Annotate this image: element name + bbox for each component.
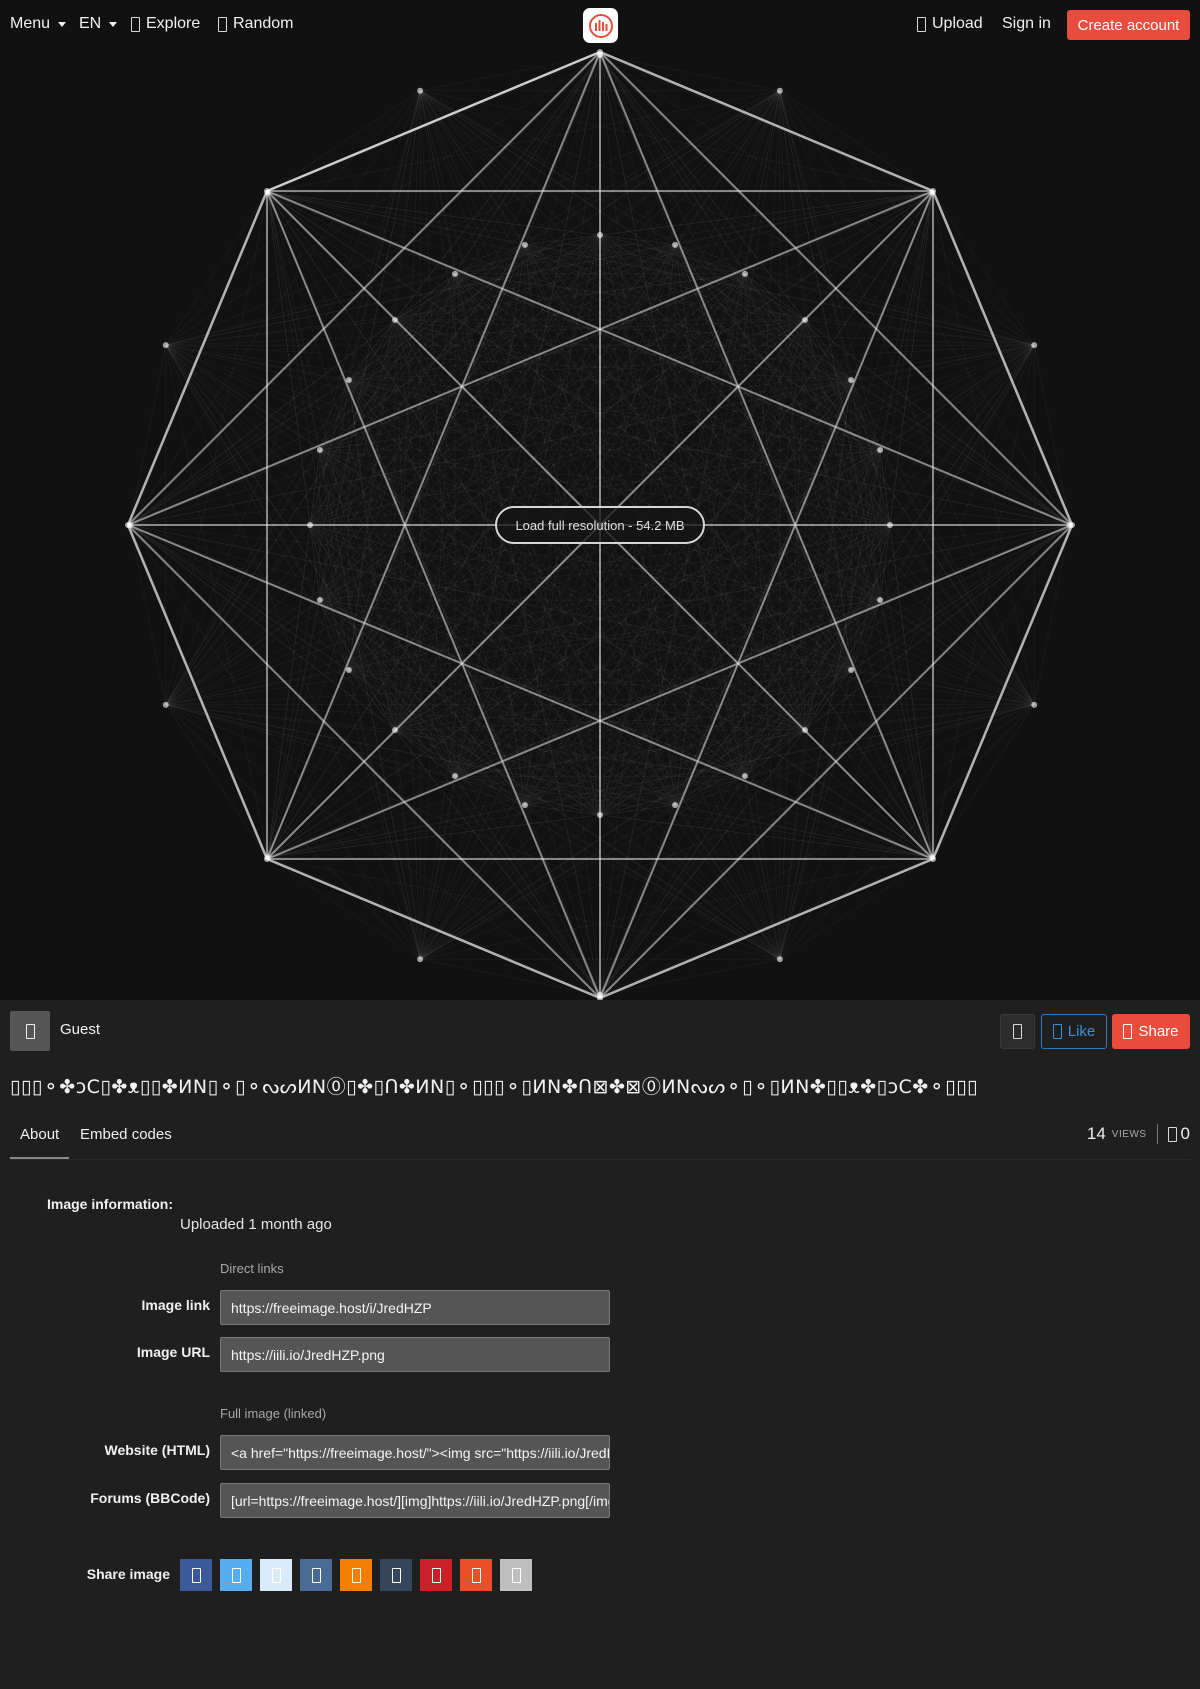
- views-count: 14: [1086, 1124, 1106, 1143]
- like-button[interactable]: Like: [1041, 1014, 1107, 1049]
- stats-divider: [1156, 1124, 1158, 1144]
- image-artwork: [125, 49, 1075, 1000]
- menu-dropdown[interactable]: Menu: [10, 15, 67, 33]
- reddit-icon: [471, 1567, 481, 1583]
- facebook-icon: [191, 1567, 201, 1583]
- user-icon: [25, 1023, 35, 1039]
- pinterest-icon: [431, 1567, 441, 1583]
- language-label: EN: [79, 15, 102, 32]
- image-information-label: Image information:: [47, 1196, 174, 1212]
- image-title: ▯▯▯⚬✤ↄC▯✤ᴥ▯▯✤ИN▯⚬▯⚬ᔓᔕИN⓪▯✤▯ᑎ✤ИN▯⚬▯▯▯⚬▯ИN…: [10, 1076, 978, 1098]
- random-label: Random: [233, 15, 294, 32]
- site-logo[interactable]: [583, 8, 618, 43]
- likes-count: 0: [1180, 1124, 1190, 1143]
- active-tab-indicator: [10, 1157, 69, 1159]
- heart-icon: [1167, 1126, 1177, 1142]
- blogger-share-button[interactable]: [340, 1559, 372, 1591]
- logo-icon: [588, 13, 613, 38]
- top-navigation-bar: Menu EN Explore Random Upload Sign in Cr…: [0, 0, 1200, 52]
- chevron-down-icon: [58, 21, 67, 27]
- like-label: Like: [1067, 1023, 1096, 1040]
- image-url-label: Image URL: [136, 1344, 210, 1360]
- explore-link[interactable]: Explore: [131, 15, 200, 33]
- direct-links-label: Direct links: [220, 1261, 284, 1276]
- twitter-icon: [231, 1567, 241, 1583]
- owner-name[interactable]: Guest: [60, 1021, 100, 1038]
- image-viewer[interactable]: Load full resolution - 54.2 MB: [0, 0, 1200, 1000]
- forums-bbcode-field[interactable]: [url=https://freeimage.host/][img]https:…: [220, 1483, 610, 1518]
- upload-icon: [917, 16, 926, 32]
- pinterest-share-button[interactable]: [420, 1559, 452, 1591]
- share-button[interactable]: Share: [1112, 1014, 1190, 1049]
- uploaded-time: Uploaded 1 month ago: [180, 1216, 332, 1233]
- tumblr-icon: [391, 1567, 401, 1583]
- full-image-linked-label: Full image (linked): [220, 1406, 327, 1421]
- twitter-share-button[interactable]: [220, 1559, 252, 1591]
- website-html-field[interactable]: <a href="https://freeimage.host/"><img s…: [220, 1435, 610, 1470]
- image-stats: 14 VIEWS 0: [1087, 1124, 1190, 1144]
- tab-divider: [10, 1159, 1190, 1160]
- image-link-field[interactable]: https://freeimage.host/i/JredHZP: [220, 1290, 610, 1325]
- tab-embed-codes[interactable]: Embed codes: [80, 1126, 172, 1143]
- create-account-button[interactable]: Create account: [1067, 10, 1190, 40]
- vk-icon: [311, 1567, 321, 1583]
- email-share-button[interactable]: [500, 1559, 532, 1591]
- vk-share-button[interactable]: [300, 1559, 332, 1591]
- email-icon: [511, 1567, 521, 1583]
- tab-about[interactable]: About: [20, 1126, 59, 1143]
- share-label: Share: [1138, 1023, 1179, 1040]
- website-html-label: Website (HTML): [104, 1442, 210, 1458]
- reddit-share-button[interactable]: [460, 1559, 492, 1591]
- image-url-field[interactable]: https://iili.io/JredHZP.png: [220, 1337, 610, 1372]
- signin-link[interactable]: Sign in: [1002, 15, 1051, 33]
- more-options-button[interactable]: [1000, 1014, 1035, 1049]
- upload-label: Upload: [932, 15, 983, 32]
- more-icon: [1013, 1024, 1022, 1039]
- explore-label: Explore: [146, 15, 201, 32]
- upload-link[interactable]: Upload: [917, 15, 983, 33]
- blogger-icon: [351, 1567, 361, 1583]
- menu-label: Menu: [10, 15, 51, 32]
- avatar[interactable]: [10, 1011, 50, 1051]
- bluesky-share-button[interactable]: [260, 1559, 292, 1591]
- chevron-down-icon: [109, 21, 118, 27]
- random-link[interactable]: Random: [218, 15, 293, 33]
- shuffle-icon: [218, 16, 227, 32]
- load-full-resolution-button[interactable]: Load full resolution - 54.2 MB: [495, 506, 705, 544]
- heart-icon: [1052, 1024, 1062, 1039]
- share-icon: [1123, 1024, 1133, 1039]
- facebook-share-button[interactable]: [180, 1559, 212, 1591]
- signin-label: Sign in: [1002, 15, 1051, 32]
- image-link-label: Image link: [141, 1297, 210, 1313]
- explore-icon: [131, 16, 140, 32]
- forums-bbcode-label: Forums (BBCode): [90, 1490, 210, 1506]
- language-dropdown[interactable]: EN: [79, 15, 118, 33]
- share-image-label: Share image: [86, 1566, 170, 1582]
- views-label: VIEWS: [1111, 1128, 1147, 1140]
- bluesky-icon: [271, 1567, 281, 1583]
- tumblr-share-button[interactable]: [380, 1559, 412, 1591]
